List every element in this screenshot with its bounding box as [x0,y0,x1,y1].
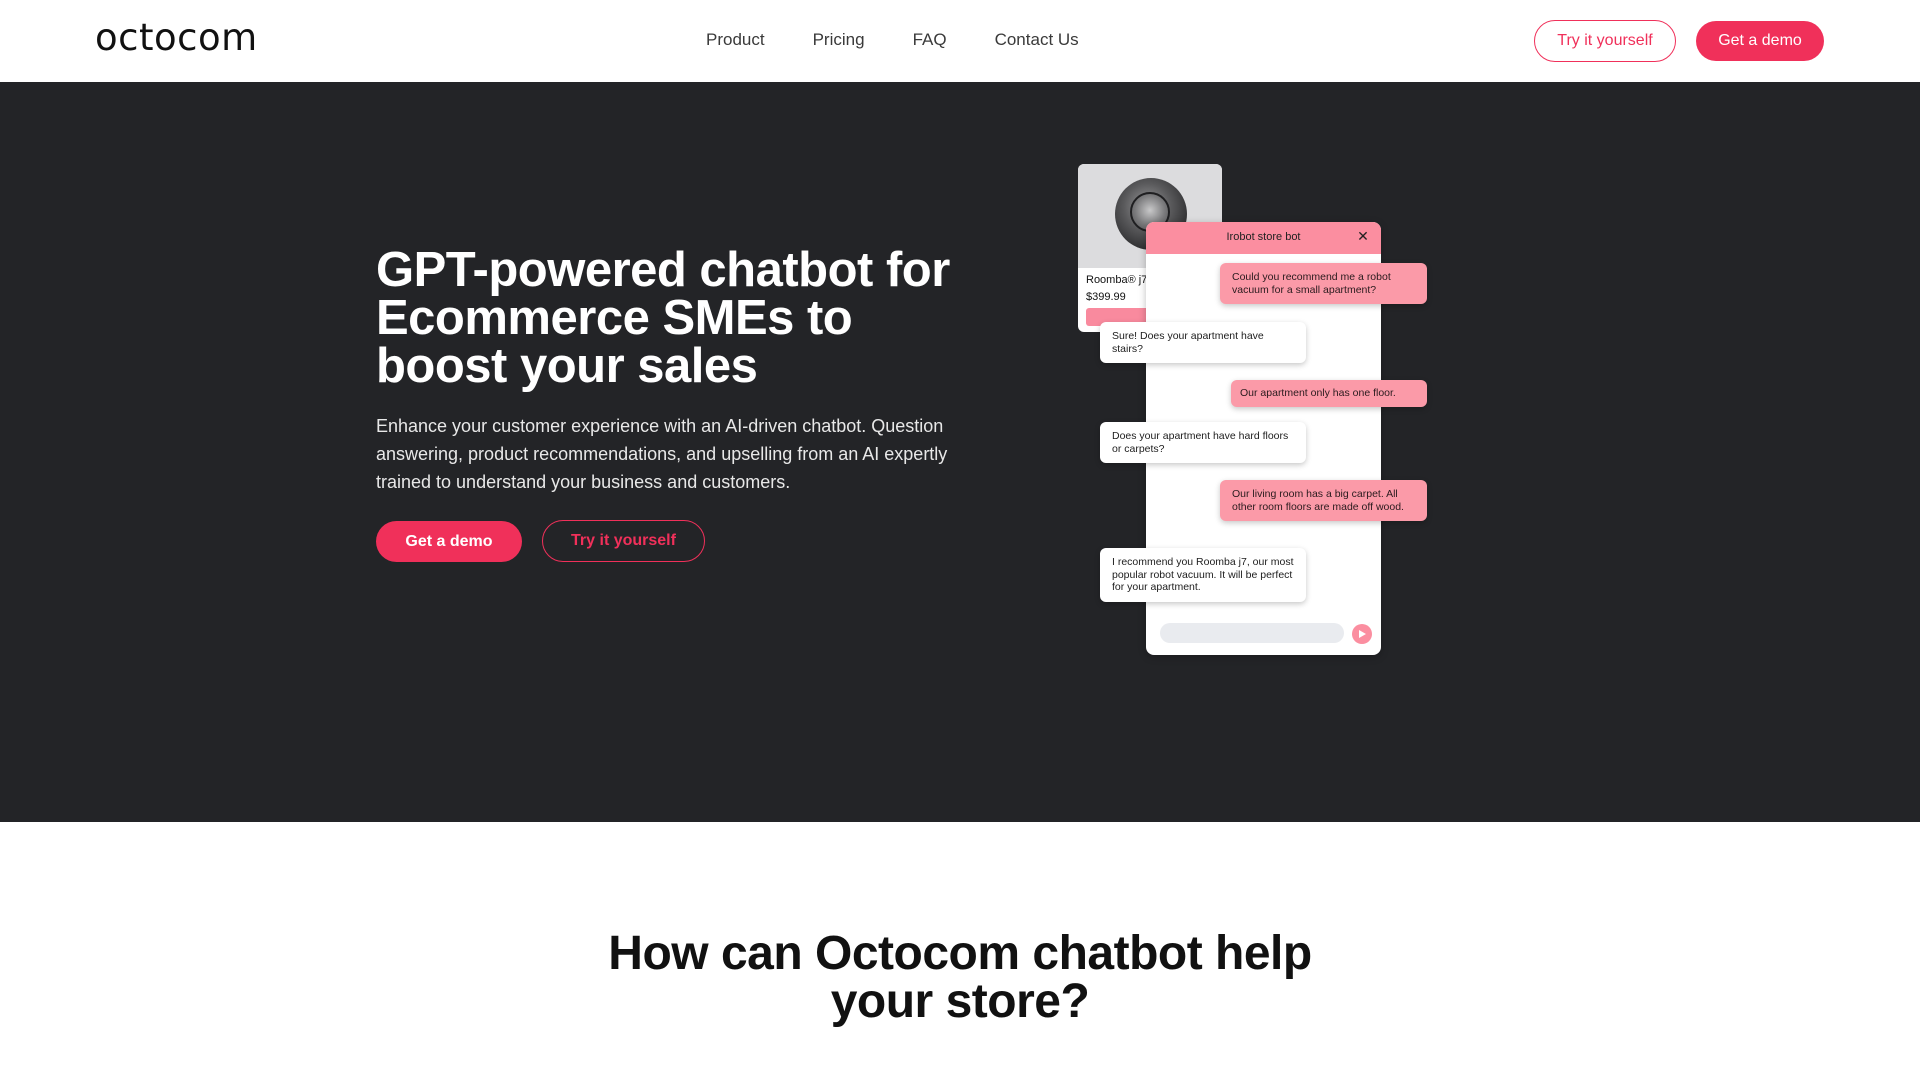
chat-message-user: Could you recommend me a robot vacuum fo… [1220,263,1427,304]
chat-message-user: Our living room has a big carpet. All ot… [1220,480,1427,521]
hero-section: GPT-powered chatbot for Ecommerce SMEs t… [0,82,1920,822]
nav-link-pricing[interactable]: Pricing [813,30,865,50]
hero-subtitle: Enhance your customer experience with an… [376,416,948,492]
product-price: $399.99 [1086,291,1126,303]
top-nav: octocom Product Pricing FAQ Contact Us T… [0,0,1920,82]
chat-title: Irobot store bot [1226,231,1301,243]
chat-message-bot: Does your apartment have hard floors or … [1100,422,1306,463]
nav-links: Product Pricing FAQ Contact Us [706,30,1127,50]
product-name: Roomba® j7 [1086,274,1148,286]
send-icon[interactable] [1352,624,1372,644]
nav-link-contact[interactable]: Contact Us [995,30,1079,50]
get-a-demo-button[interactable]: Get a demo [1696,21,1824,61]
chat-header: Irobot store bot ✕ [1146,222,1381,254]
chat-message-bot: Sure! Does your apartment have stairs? [1100,322,1306,363]
nav-link-product[interactable]: Product [706,30,765,50]
hero-get-a-demo-button[interactable]: Get a demo [376,521,522,562]
hero-title: GPT-powered chatbot for Ecommerce SMEs t… [376,243,950,393]
chat-message-input[interactable] [1160,623,1344,643]
chat-message-bot: I recommend you Roomba j7, our most popu… [1100,548,1306,602]
logo[interactable]: octocom [95,16,258,59]
close-icon[interactable]: ✕ [1355,228,1371,244]
chat-message-user: Our apartment only has one floor. [1231,380,1427,407]
nav-link-faq[interactable]: FAQ [913,30,947,50]
hero-try-it-yourself-button[interactable]: Try it yourself [542,520,705,562]
features-heading: How can Octocom chatbot help your store? [608,927,1312,1028]
try-it-yourself-button[interactable]: Try it yourself [1534,20,1676,62]
